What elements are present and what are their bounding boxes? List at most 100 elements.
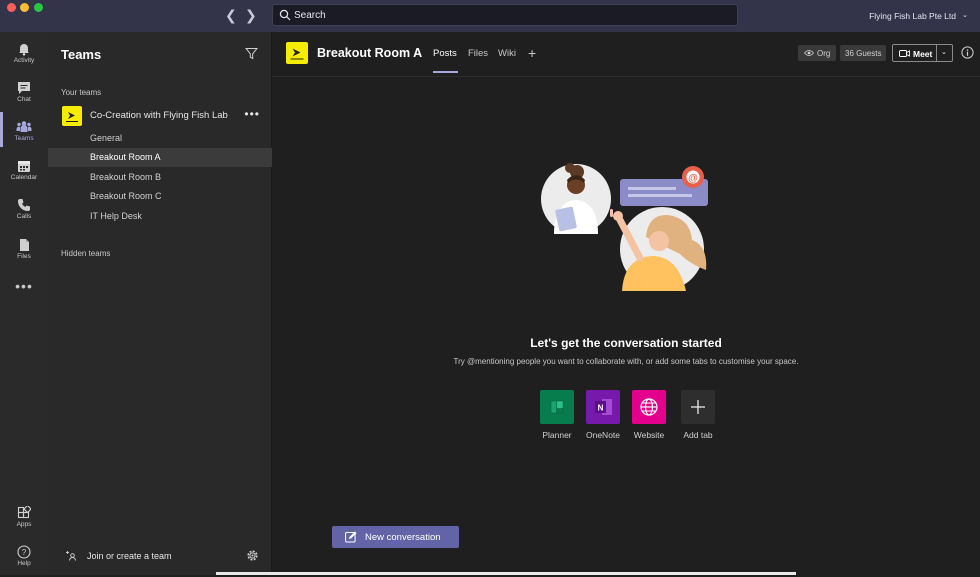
channel-title: Breakout Room A — [317, 46, 423, 60]
close-window-button[interactable] — [7, 3, 16, 12]
app-tile-website[interactable]: Website — [624, 390, 674, 440]
chat-icon — [18, 82, 30, 94]
rail-label: Calls — [16, 213, 32, 220]
search-input[interactable]: Search — [272, 4, 738, 26]
channel-name: Breakout Room C — [90, 191, 162, 201]
rail-label: Help — [17, 560, 31, 567]
info-icon[interactable] — [961, 46, 974, 59]
channel-item[interactable]: IT Help Desk — [48, 207, 272, 226]
rail-item-help[interactable]: ? Help — [0, 541, 48, 577]
tab-wiki[interactable]: Wiki — [498, 48, 516, 59]
channel-item[interactable]: General — [48, 129, 272, 148]
empty-state-subtitle: Try @mentioning people you want to colla… — [453, 357, 799, 366]
team-name: Co-Creation with Flying Fish Lab — [90, 110, 228, 121]
org-chip[interactable]: Org — [798, 45, 836, 61]
org-chip-label: Org — [817, 49, 831, 58]
new-conversation-label: New conversation — [365, 532, 441, 543]
video-camera-icon — [899, 50, 910, 57]
rail-item-calls[interactable]: Calls — [0, 194, 48, 230]
meet-label: Meet — [913, 49, 933, 59]
rail-item-teams[interactable]: Teams — [0, 116, 48, 152]
channel-item[interactable]: Breakout Room C — [48, 187, 272, 206]
rail-label: Teams — [14, 135, 34, 142]
channel-item-selected[interactable]: Breakout Room A — [48, 148, 272, 167]
add-team-icon — [66, 551, 76, 561]
rail-item-files[interactable]: Files — [0, 234, 48, 270]
tab-posts[interactable]: Posts — [433, 48, 457, 59]
meet-divider — [936, 45, 937, 61]
rail-label: Files — [17, 253, 31, 260]
forward-arrow-icon[interactable]: ❯ — [245, 8, 257, 22]
app-tile-add-tab[interactable]: Add tab — [673, 390, 723, 440]
more-apps-icon[interactable]: ••• — [0, 278, 48, 294]
team-item[interactable]: Co-Creation with Flying Fish Lab ••• — [48, 105, 272, 127]
chevron-down-icon[interactable]: ⌄ — [962, 11, 968, 19]
svg-text:?: ? — [22, 548, 27, 557]
your-teams-label: Your teams — [61, 88, 102, 97]
svg-text:@: @ — [688, 173, 698, 184]
conversation-illustration: @ — [541, 163, 708, 291]
phone-icon — [18, 199, 30, 211]
svg-text:N: N — [598, 404, 604, 413]
more-options-icon[interactable]: ••• — [244, 107, 260, 121]
guests-chip-label: 36 Guests — [845, 49, 882, 58]
plus-icon — [681, 390, 715, 424]
compose-icon — [345, 531, 357, 543]
calendar-icon — [18, 161, 30, 172]
app-label: Planner — [542, 430, 572, 440]
hidden-teams-label[interactable]: Hidden teams — [61, 249, 110, 258]
back-arrow-icon[interactable]: ❮ — [225, 8, 237, 22]
app-tile-onenote[interactable]: N OneNote — [578, 390, 628, 440]
teams-icon — [16, 121, 32, 132]
search-icon — [279, 9, 291, 21]
app-rail: Activity Chat Teams Calendar Calls Files… — [0, 32, 48, 575]
rail-item-activity[interactable]: Activity — [0, 38, 48, 74]
channel-name: Breakout Room B — [90, 172, 162, 182]
join-create-team-button[interactable]: Join or create a team — [48, 546, 272, 566]
rail-label: Calendar — [10, 174, 38, 181]
file-icon — [20, 239, 29, 251]
app-label: Website — [633, 430, 665, 440]
onenote-icon: N — [586, 390, 620, 424]
eye-icon — [804, 50, 814, 56]
add-tab-icon[interactable]: + — [528, 46, 536, 60]
rail-label: Activity — [13, 57, 35, 64]
bell-icon — [19, 44, 29, 56]
guests-chip[interactable]: 36 Guests — [840, 45, 886, 61]
active-tab-indicator — [433, 71, 458, 73]
chevron-down-icon[interactable]: ⌄ — [941, 48, 947, 56]
meet-button[interactable]: Meet ⌄ — [892, 44, 953, 62]
app-tile-planner[interactable]: Planner — [532, 390, 582, 440]
conversation-area: @ Let's get the conversation started Try… — [272, 78, 980, 575]
help-icon: ? — [17, 545, 31, 559]
gear-icon[interactable] — [246, 549, 259, 562]
new-conversation-button[interactable]: New conversation — [332, 526, 459, 548]
channel-name: IT Help Desk — [90, 211, 142, 221]
search-placeholder: Search — [294, 10, 326, 21]
channel-item[interactable]: Breakout Room B — [48, 168, 272, 187]
planner-icon — [540, 390, 574, 424]
rail-label: Apps — [16, 521, 32, 528]
app-label: Add tab — [683, 430, 713, 440]
maximize-window-button[interactable] — [34, 3, 43, 12]
channel-header: Breakout Room A Posts Files Wiki + Org 3… — [272, 32, 980, 77]
filter-icon[interactable] — [245, 47, 258, 60]
tab-files[interactable]: Files — [468, 48, 488, 59]
channel-name: Breakout Room A — [90, 152, 161, 162]
rail-item-chat[interactable]: Chat — [0, 77, 48, 113]
apps-icon — [17, 506, 31, 519]
rail-item-calendar[interactable]: Calendar — [0, 155, 48, 191]
title-bar: ❮ ❯ Search Flying Fish Lab Pte Ltd ⌄ — [0, 0, 980, 32]
rail-item-apps[interactable]: Apps — [0, 502, 48, 538]
join-create-label: Join or create a team — [87, 551, 172, 561]
teams-panel: Teams Your teams Co-Creation with Flying… — [48, 32, 272, 575]
organization-switcher[interactable]: Flying Fish Lab Pte Ltd — [869, 11, 956, 21]
team-logo — [62, 106, 82, 126]
channel-logo — [286, 42, 308, 64]
panel-title: Teams — [61, 47, 102, 62]
rail-label: Chat — [17, 96, 31, 103]
minimize-window-button[interactable] — [20, 3, 29, 12]
empty-state-title: Let's get the conversation started — [530, 336, 722, 350]
channel-name: General — [90, 133, 123, 143]
app-label: OneNote — [585, 430, 621, 440]
